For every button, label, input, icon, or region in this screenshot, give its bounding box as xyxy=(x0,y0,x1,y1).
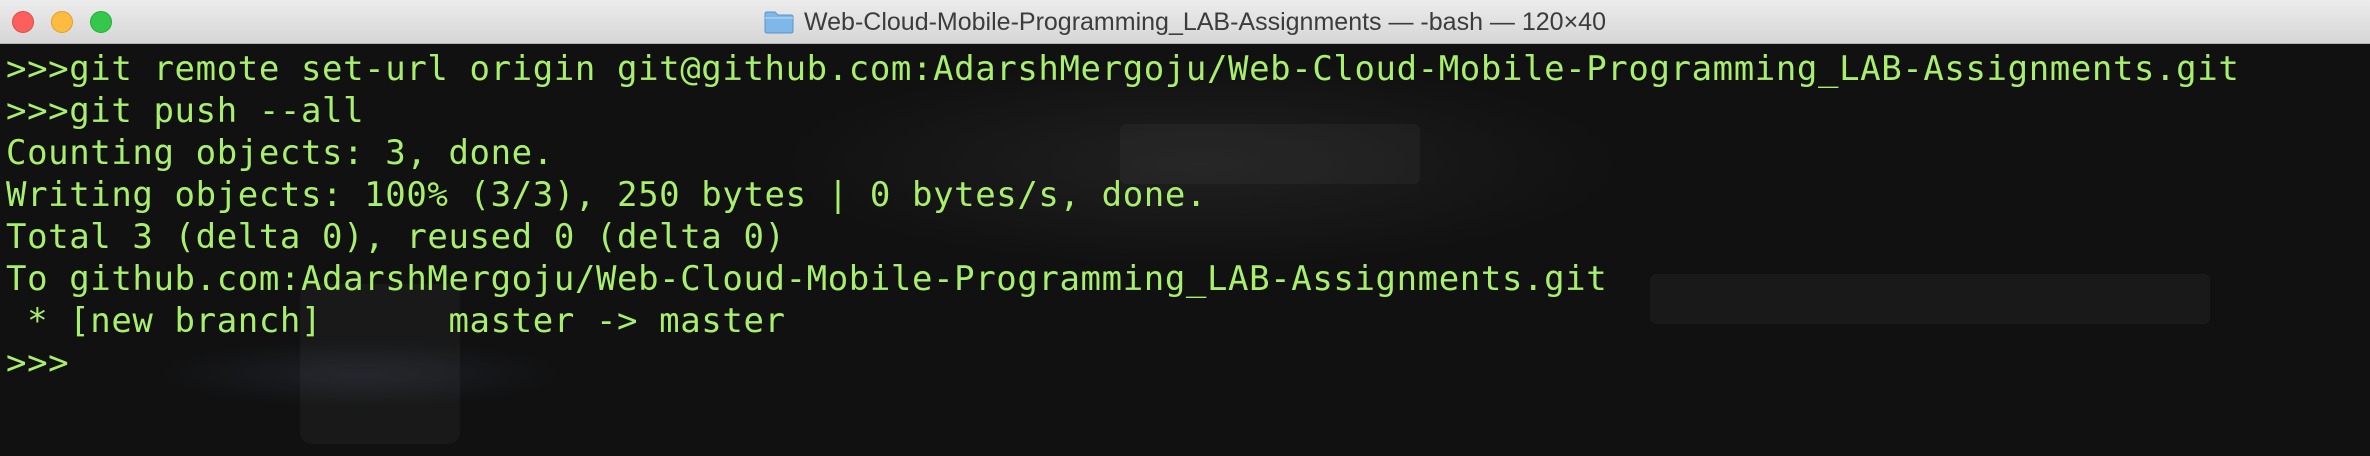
terminal-content[interactable]: >>>git remote set-url origin git@github.… xyxy=(0,44,2370,456)
terminal-line: To github.com:AdarshMergoju/Web-Cloud-Mo… xyxy=(6,259,1608,299)
terminal-output: >>>git remote set-url origin git@github.… xyxy=(6,48,2239,384)
terminal-window: Web-Cloud-Mobile-Programming_LAB-Assignm… xyxy=(0,0,2370,456)
folder-icon xyxy=(764,10,794,34)
terminal-line: * [new branch] master -> master xyxy=(6,301,786,341)
window-title-group: Web-Cloud-Mobile-Programming_LAB-Assignm… xyxy=(0,0,2370,44)
title-bar[interactable]: Web-Cloud-Mobile-Programming_LAB-Assignm… xyxy=(0,0,2370,44)
terminal-line: >>>git push --all xyxy=(6,91,365,131)
terminal-line: Total 3 (delta 0), reused 0 (delta 0) xyxy=(6,217,786,257)
terminal-prompt[interactable]: >>> xyxy=(6,342,2239,384)
terminal-line: Writing objects: 100% (3/3), 250 bytes |… xyxy=(6,175,1207,215)
terminal-line: >>>git remote set-url origin git@github.… xyxy=(6,49,2240,89)
terminal-line: Counting objects: 3, done. xyxy=(6,133,554,173)
window-title: Web-Cloud-Mobile-Programming_LAB-Assignm… xyxy=(804,7,1606,36)
